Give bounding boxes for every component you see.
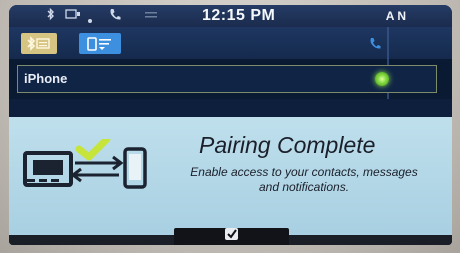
confirm-button[interactable] <box>174 228 289 245</box>
signal-indicator: A N <box>385 9 406 23</box>
dialog-message: Enable access to your contacts, messages… <box>159 165 449 195</box>
tab-phone[interactable] <box>79 33 121 54</box>
device-list-item[interactable]: iPhone <box>17 65 437 93</box>
device-list-empty-area <box>9 99 452 117</box>
messages-icon <box>65 8 81 23</box>
bluetooth-icon <box>47 7 55 24</box>
device-name: iPhone <box>24 71 68 86</box>
checkmark-icon <box>224 227 240 245</box>
phone-toolbar <box>9 27 452 59</box>
connected-status-icon <box>375 72 389 86</box>
phone-status-icon <box>87 13 93 27</box>
handset-icon[interactable] <box>369 37 381 55</box>
tab-bluetooth-devices[interactable] <box>21 33 57 54</box>
status-bar: 12:15 PM A N <box>9 5 452 27</box>
infotainment-screen: 12:15 PM A N iPhone Pairing Complete Ena… <box>9 5 452 245</box>
dialog-message-line-2: and notifications. <box>258 180 350 194</box>
call-icon <box>109 8 121 24</box>
phone-keypad-icon <box>85 36 115 52</box>
pairing-illustration-icon <box>23 135 153 204</box>
bluetooth-device-icon <box>26 36 52 51</box>
pairing-complete-dialog: Pairing Complete Enable access to your c… <box>9 117 452 235</box>
clock: 12:15 PM <box>202 7 276 24</box>
menu-icon <box>145 10 157 24</box>
dialog-message-line-1: Enable access to your contacts, messages <box>190 165 418 179</box>
dialog-title: Pairing Complete <box>199 132 376 158</box>
